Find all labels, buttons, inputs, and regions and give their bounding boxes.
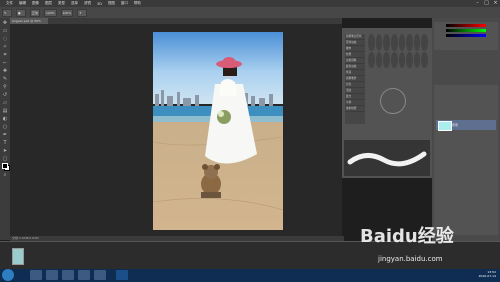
brush-tip[interactable]: [406, 34, 413, 51]
eyedropper-icon[interactable]: ⌐: [2, 60, 8, 66]
menu-item-layer[interactable]: 图层: [45, 1, 52, 6]
taskbar-app-icon[interactable]: [78, 270, 90, 280]
menu-item-type[interactable]: 类型: [58, 1, 65, 6]
menu-item-help[interactable]: 帮助: [134, 1, 141, 6]
options-bar: ✎ ● 正常 100% 100% ✈: [0, 7, 500, 18]
crop-tool-icon[interactable]: ⌗: [2, 52, 8, 58]
menu-item-filter[interactable]: 滤镜: [84, 1, 91, 6]
brush-tip[interactable]: [398, 34, 406, 51]
flow-field[interactable]: 100%: [60, 8, 74, 17]
menu-item-3d[interactable]: 3D: [97, 2, 102, 6]
taskbar-app-icon[interactable]: [94, 270, 106, 280]
marquee-tool-icon[interactable]: ▭: [2, 28, 8, 34]
maximize-icon[interactable]: □: [482, 0, 491, 7]
brush-tip[interactable]: [413, 34, 421, 51]
system-tray-clock[interactable]: 13:52 2016-07-14: [479, 270, 496, 278]
window-controls: – □ ×: [473, 0, 500, 7]
tools-panel: ✥ ▭ ◌ ✧ ⌗ ⌐ ✚ ✎ ⚲ ↺ ▱ ▤ ◐ ○ ✒ T ➤ ▢ ✋ ⌕: [0, 18, 10, 240]
brush-settings-list: 画笔笔尖形状 形状动态 散布 纹理 双重画笔 颜色动态 传递 画笔笔势 杂色 湿…: [345, 34, 365, 124]
taskbar-app-icon[interactable]: [30, 270, 42, 280]
brush-tip[interactable]: [383, 51, 390, 68]
menu-item-window[interactable]: 窗口: [121, 1, 128, 6]
menu-bar: 文件 编辑 图像 图层 类型 选择 滤镜 3D 视图 窗口 帮助: [0, 0, 500, 7]
menu-item-select[interactable]: 选择: [71, 1, 78, 6]
dodge-icon[interactable]: ○: [2, 124, 8, 130]
brush-tip[interactable]: [421, 51, 428, 68]
brush-stroke-preview: [344, 140, 430, 176]
layers-panel: [434, 85, 498, 235]
airbrush-icon[interactable]: ✈: [77, 8, 88, 17]
taskbar: [0, 269, 500, 282]
move-tool-icon[interactable]: ✥: [2, 20, 8, 26]
timeline-frame-thumbnail[interactable]: [12, 248, 24, 265]
clock-date: 2016-07-14: [478, 274, 496, 278]
menu-item-image[interactable]: 图像: [32, 1, 39, 6]
menu-item-edit[interactable]: 编辑: [19, 1, 26, 6]
foreground-color-swatch[interactable]: [2, 163, 8, 169]
brush-tip[interactable]: [368, 34, 375, 51]
history-brush-icon[interactable]: ↺: [2, 92, 8, 98]
layer-thumbnail[interactable]: [438, 121, 452, 131]
brush-tip[interactable]: [390, 51, 398, 68]
document-image[interactable]: [153, 32, 283, 230]
brush-tip[interactable]: [413, 51, 421, 68]
mode-select[interactable]: 正常: [30, 8, 41, 17]
path-select-icon[interactable]: ➤: [2, 148, 8, 154]
clone-stamp-icon[interactable]: ⚲: [2, 84, 8, 90]
taskbar-app-icon[interactable]: [46, 270, 58, 280]
brush-tip[interactable]: [375, 34, 383, 51]
brush-angle-dial[interactable]: [380, 88, 406, 114]
brush-tip[interactable]: [368, 51, 375, 68]
brush-tip[interactable]: [390, 34, 398, 51]
shape-icon[interactable]: ▢: [2, 156, 8, 162]
zoom-icon[interactable]: ⌕: [2, 172, 8, 178]
eraser-icon[interactable]: ▱: [2, 100, 8, 106]
brush-tip[interactable]: [421, 34, 428, 51]
blur-icon[interactable]: ◐: [2, 116, 8, 122]
lasso-tool-icon[interactable]: ◌: [2, 36, 8, 42]
brush-size-picker[interactable]: ●: [16, 8, 26, 17]
brush-tip-grid[interactable]: [368, 34, 428, 68]
brush-setting-item[interactable]: 保护纹理: [345, 106, 365, 112]
menu-item-view[interactable]: 视图: [108, 1, 115, 6]
taskbar-app-icon[interactable]: [62, 270, 74, 280]
brush-icon[interactable]: ✎: [2, 76, 8, 82]
blue-slider[interactable]: [446, 34, 486, 37]
red-slider[interactable]: [446, 24, 486, 27]
brush-tip[interactable]: [398, 51, 406, 68]
green-slider[interactable]: [446, 29, 486, 32]
photoshop-taskbar-icon[interactable]: [116, 270, 128, 280]
brush-tool-icon[interactable]: ✎: [2, 8, 12, 17]
quick-select-icon[interactable]: ✧: [2, 44, 8, 50]
color-panel: [434, 22, 498, 50]
type-icon[interactable]: T: [2, 140, 8, 146]
start-button[interactable]: [2, 269, 14, 281]
gradient-icon[interactable]: ▤: [2, 108, 8, 114]
healing-brush-icon[interactable]: ✚: [2, 68, 8, 74]
brush-tip[interactable]: [406, 51, 413, 68]
close-icon[interactable]: ×: [491, 0, 500, 7]
pen-icon[interactable]: ✒: [2, 132, 8, 138]
brush-tip[interactable]: [383, 34, 390, 51]
minimize-icon[interactable]: –: [473, 0, 482, 7]
opacity-field[interactable]: 100%: [44, 8, 57, 17]
menu-item-file[interactable]: 文件: [6, 1, 13, 6]
watermark-url: jingyan.baidu.com: [378, 255, 443, 263]
brush-tip[interactable]: [375, 51, 383, 68]
watermark-logo: Baidu经验: [360, 226, 454, 247]
